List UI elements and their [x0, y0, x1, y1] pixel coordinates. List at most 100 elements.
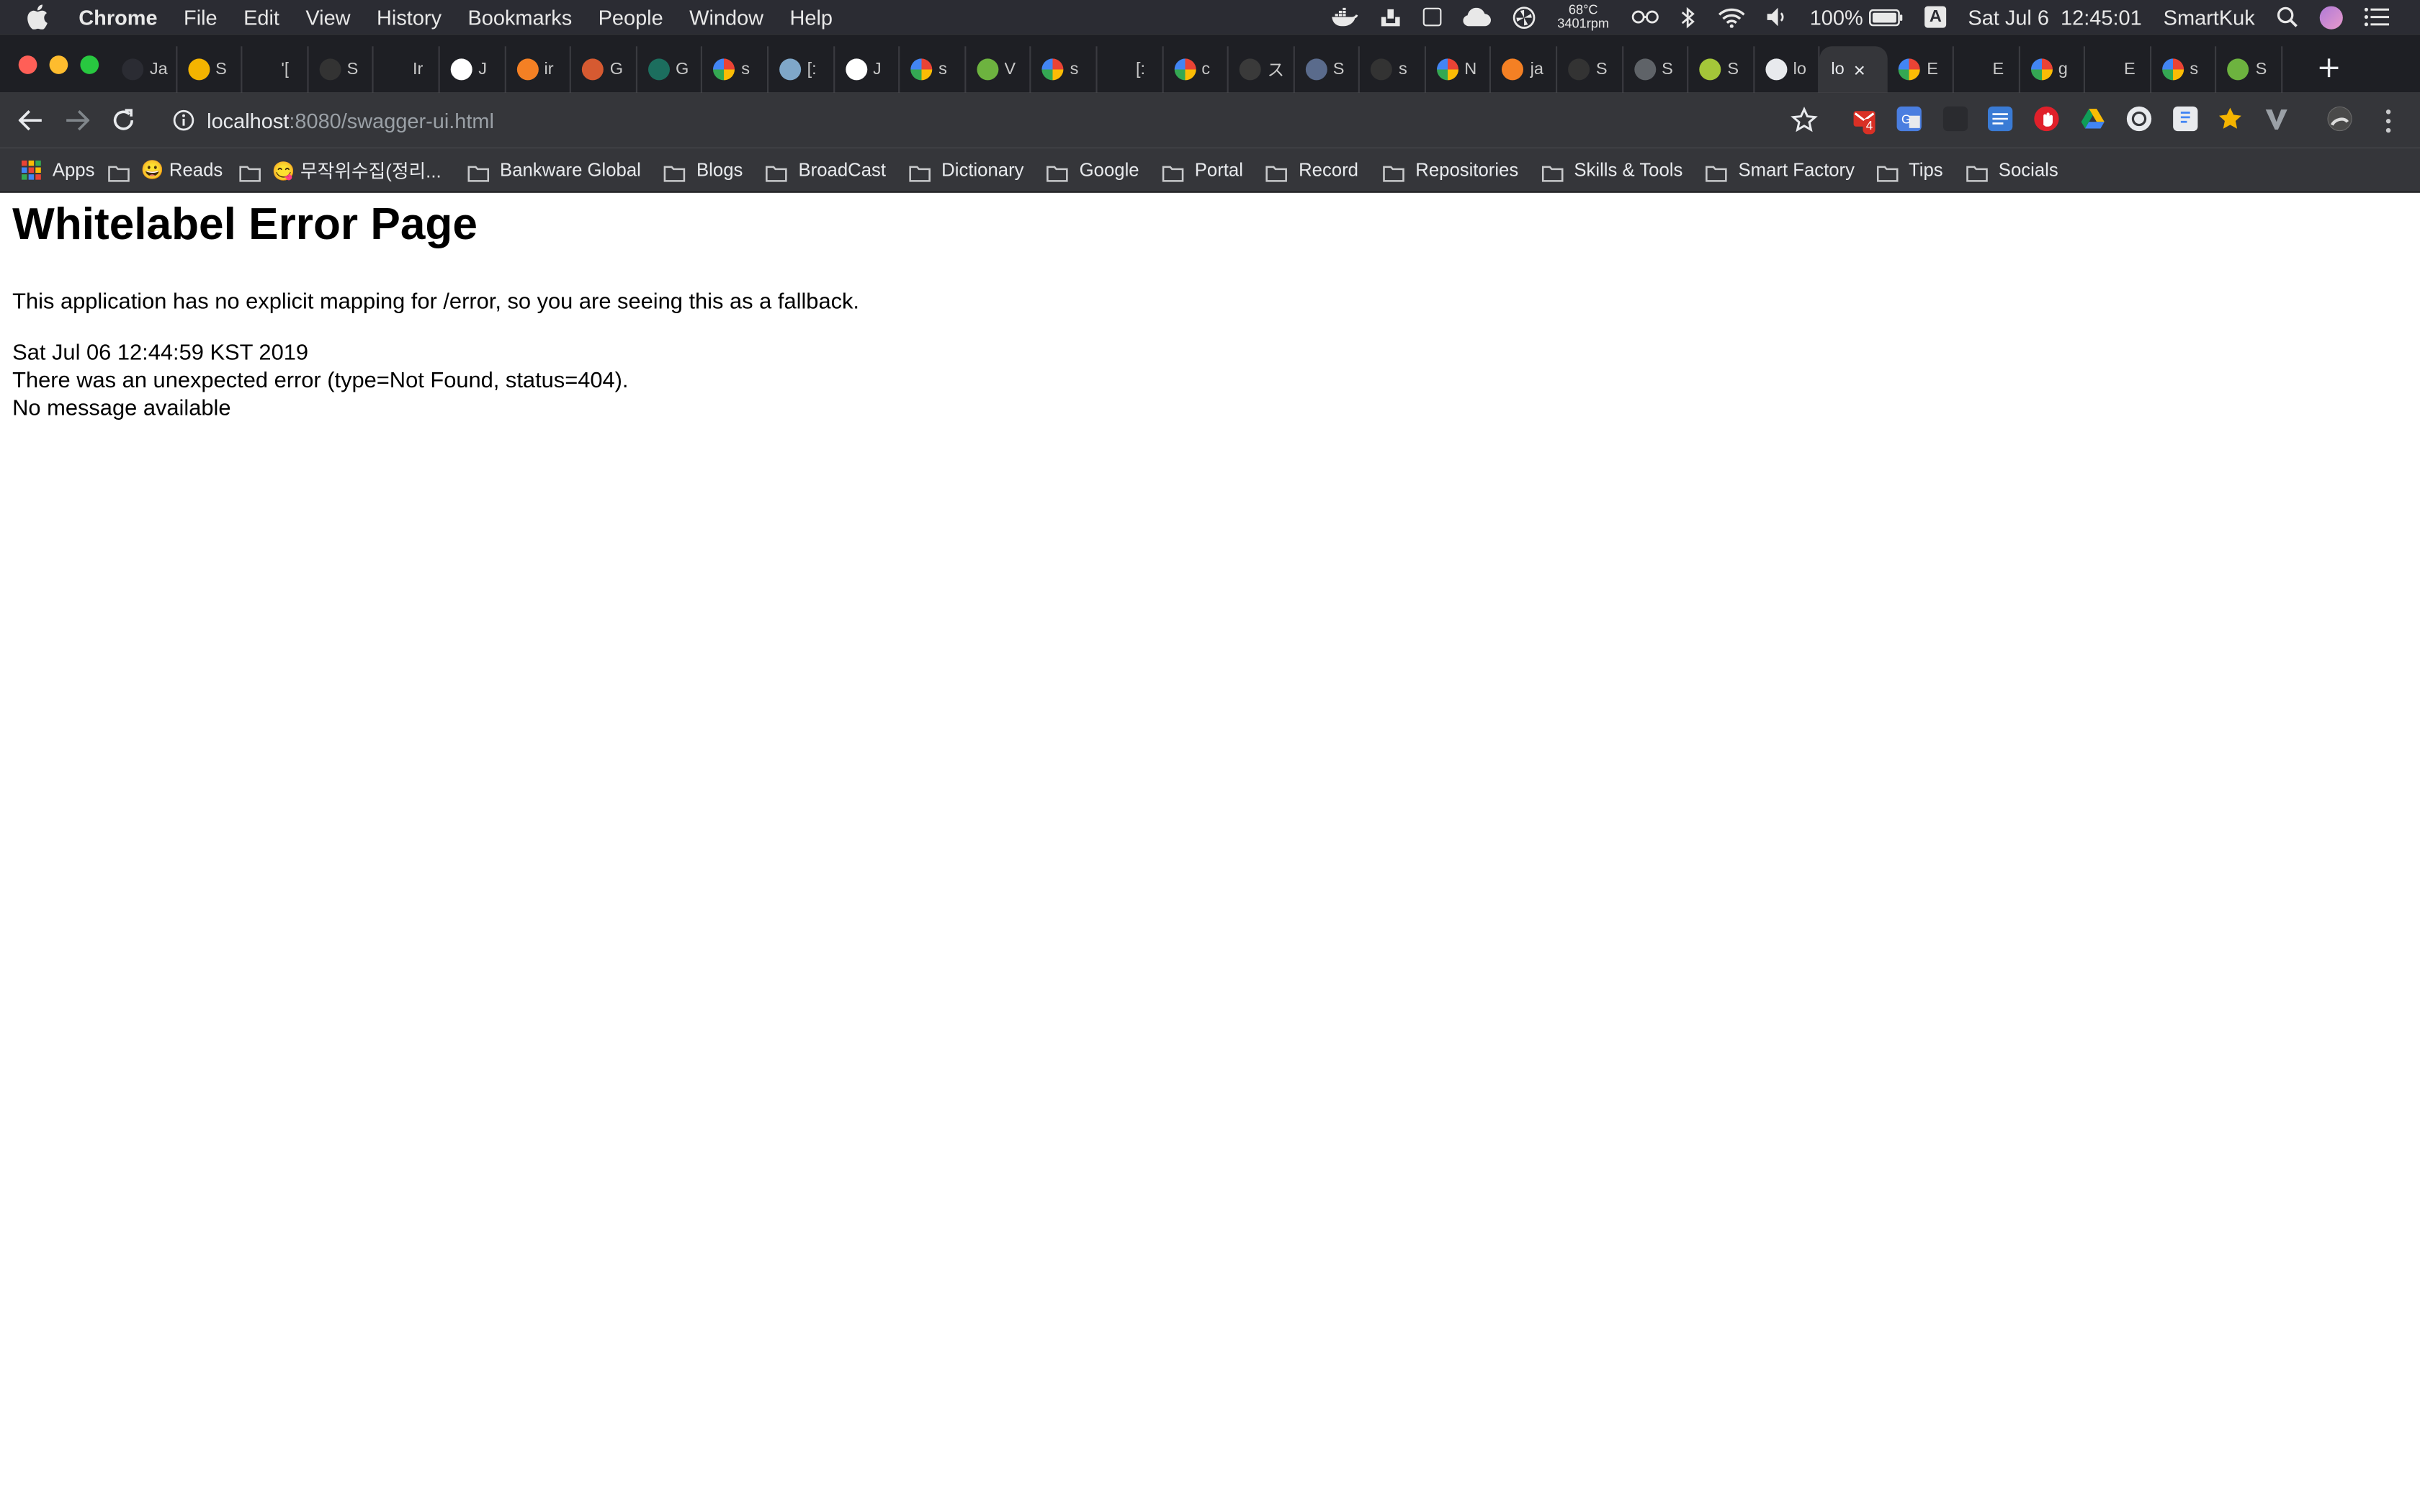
menu-history[interactable]: History: [377, 6, 442, 29]
cloud-icon[interactable]: [1463, 7, 1492, 27]
bookmark-star-icon[interactable]: [1791, 107, 1819, 135]
tab[interactable]: ja: [1492, 46, 1558, 93]
gmail-extension-icon[interactable]: 4: [1852, 107, 1876, 135]
info-icon[interactable]: [173, 109, 194, 131]
tab[interactable]: G: [637, 46, 703, 93]
menu-edit[interactable]: Edit: [243, 6, 279, 29]
chrome-menu-button[interactable]: [2378, 107, 2397, 135]
tab[interactable]: V: [966, 46, 1032, 93]
bookmark-portal[interactable]: Portal: [1162, 148, 1243, 192]
upload-box-icon[interactable]: [1380, 6, 1402, 28]
close-tab-icon[interactable]: ×: [1854, 58, 1865, 81]
url-text[interactable]: localhost:8080/swagger-ui.html: [207, 109, 494, 132]
tab[interactable]: E: [2085, 46, 2151, 93]
spotlight-search-icon[interactable]: [2277, 6, 2298, 28]
wifi-icon[interactable]: [1717, 7, 1745, 27]
back-button[interactable]: [15, 105, 46, 136]
bookmark-skills-tools[interactable]: Skills & Tools: [1541, 148, 1682, 192]
google-translate-icon[interactable]: G: [1896, 106, 1922, 132]
clock[interactable]: Sat Jul 6 12:45:01: [1968, 6, 2141, 29]
star-extension-icon[interactable]: [2218, 107, 2242, 131]
tab[interactable]: s: [1031, 46, 1098, 93]
input-source-icon[interactable]: A: [1924, 6, 1947, 28]
tab-active[interactable]: lo ×: [1820, 46, 1888, 93]
reload-button[interactable]: [108, 105, 139, 136]
temperature-readout[interactable]: 68°C 3401rpm: [1557, 2, 1609, 31]
zoom-window-button[interactable]: [80, 55, 99, 74]
tab[interactable]: S: [1294, 46, 1361, 93]
bookmark-tips[interactable]: Tips: [1876, 148, 1943, 192]
notification-center-icon[interactable]: [2364, 7, 2390, 27]
menu-people[interactable]: People: [599, 6, 663, 29]
address-bar[interactable]: localhost:8080/swagger-ui.html: [161, 99, 1827, 142]
tab[interactable]: N: [1426, 46, 1492, 93]
tab[interactable]: g: [2020, 46, 2086, 93]
window-square-icon[interactable]: [1422, 7, 1442, 27]
bookmark-apps[interactable]: Apps: [22, 148, 94, 192]
tab[interactable]: Ja: [111, 46, 177, 93]
battery-percent[interactable]: 100%: [1810, 6, 1863, 29]
tab[interactable]: S: [1557, 46, 1623, 93]
tab[interactable]: E: [1954, 46, 2020, 93]
battery-icon[interactable]: [1869, 8, 1903, 26]
close-window-button[interactable]: [18, 55, 37, 74]
bookmark-reads[interactable]: 😀 Reads: [108, 148, 223, 192]
menu-view[interactable]: View: [305, 6, 350, 29]
tab[interactable]: ir: [506, 46, 572, 93]
tab[interactable]: lo: [1754, 46, 1821, 93]
apple-icon[interactable]: [26, 4, 50, 30]
bookmark-dictionary[interactable]: Dictionary: [909, 148, 1024, 192]
tab[interactable]: S: [1689, 46, 1755, 93]
minimize-window-button[interactable]: [49, 55, 68, 74]
profile-avatar[interactable]: [2327, 106, 2352, 132]
volume-icon[interactable]: [1766, 7, 1788, 27]
adblock-stop-icon[interactable]: [2034, 106, 2059, 132]
tab[interactable]: [:: [768, 46, 835, 93]
document-extension-icon[interactable]: [2173, 106, 2198, 132]
menu-help[interactable]: Help: [789, 6, 832, 29]
tab[interactable]: s: [1360, 46, 1426, 93]
tab[interactable]: E: [1888, 46, 1954, 93]
bookmark-blogs[interactable]: Blogs: [664, 148, 743, 192]
bluetooth-icon[interactable]: [1680, 6, 1695, 29]
tab[interactable]: [:: [1097, 46, 1163, 93]
bookmark-smart-factory[interactable]: Smart Factory: [1706, 148, 1855, 192]
fan-icon[interactable]: [1512, 6, 1536, 29]
menu-bookmarks[interactable]: Bookmarks: [467, 6, 572, 29]
tab[interactable]: S: [2217, 46, 2283, 93]
bookmark-google[interactable]: Google: [1047, 148, 1139, 192]
tab[interactable]: '[: [243, 46, 309, 93]
bookmark-bankware-global[interactable]: Bankware Global: [467, 148, 641, 192]
tab[interactable]: J: [834, 46, 900, 93]
new-tab-button[interactable]: [2311, 46, 2347, 89]
tab[interactable]: c: [1163, 46, 1229, 93]
docker-icon[interactable]: [1330, 7, 1358, 27]
glasses-icon[interactable]: [1631, 9, 1659, 24]
tab[interactable]: S: [1623, 46, 1689, 93]
google-drive-icon[interactable]: [2081, 107, 2105, 131]
bookmark-record[interactable]: Record: [1266, 148, 1358, 192]
tab[interactable]: J: [440, 46, 506, 93]
menu-window[interactable]: Window: [689, 6, 763, 29]
menu-app-name[interactable]: Chrome: [79, 6, 157, 29]
tab[interactable]: S: [177, 46, 243, 93]
bookmark-[interactable]: 😋 무작위수집(정리...: [240, 148, 442, 192]
bookmark-socials[interactable]: Socials: [1966, 148, 2058, 192]
tab[interactable]: ス: [1229, 46, 1295, 93]
notepad-extension-icon[interactable]: [1988, 106, 2013, 132]
siri-icon[interactable]: [2319, 5, 2343, 29]
bookmark-broadcast[interactable]: BroadCast: [766, 148, 886, 192]
vimium-extension-icon[interactable]: [2264, 107, 2289, 131]
tab[interactable]: s: [703, 46, 769, 93]
tab[interactable]: s: [900, 46, 966, 93]
user-name[interactable]: SmartKuk: [2164, 6, 2255, 29]
circle-extension-icon[interactable]: [2126, 106, 2152, 132]
tab[interactable]: Ir: [374, 46, 440, 93]
bookmark-repositories[interactable]: Repositories: [1383, 148, 1518, 192]
menu-file[interactable]: File: [184, 6, 218, 29]
dark-extension-icon[interactable]: [1942, 106, 1968, 132]
tab[interactable]: G: [571, 46, 637, 93]
tab[interactable]: S: [308, 46, 375, 93]
forward-button[interactable]: [62, 105, 93, 136]
tab[interactable]: s: [2151, 46, 2218, 93]
